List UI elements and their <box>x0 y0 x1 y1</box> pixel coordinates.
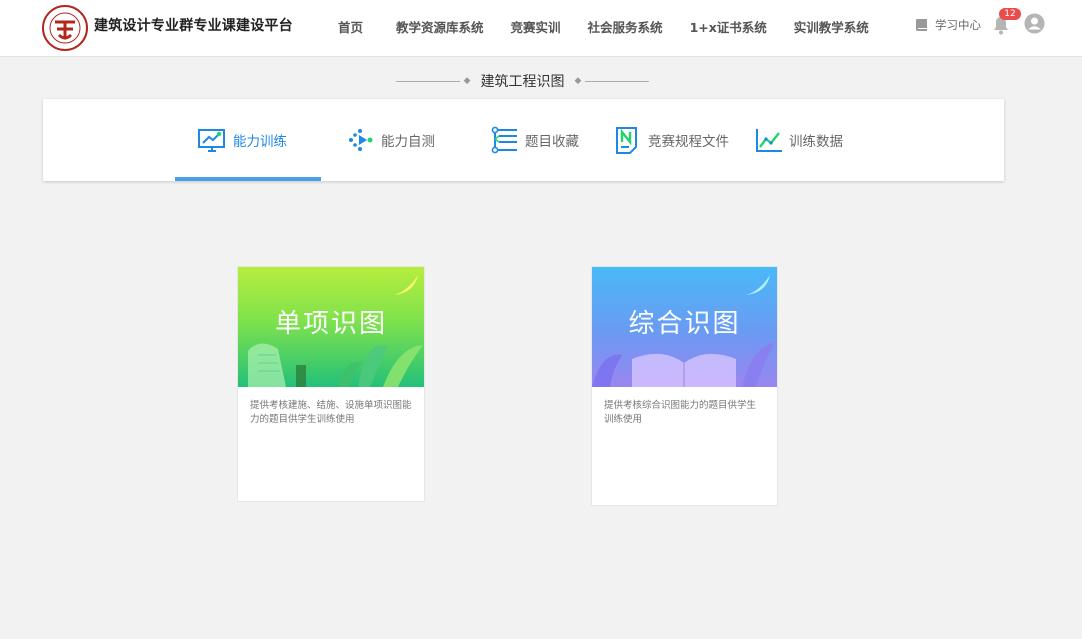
notification-badge: 12 <box>999 8 1021 20</box>
card-description: 提供考核综合识图能力的题目供学生训练使用 <box>604 400 757 425</box>
diamond-icon: ◆ <box>463 76 471 86</box>
tab-question-favorites[interactable]: 题目收藏 <box>491 99 579 181</box>
tab-label: 能力自测 <box>381 134 435 150</box>
platform-title[interactable]: 建筑设计专业群专业课建设平台 <box>94 15 293 35</box>
tab-ability-training[interactable]: 能力训练 <box>197 99 287 181</box>
card-single-item-reading[interactable]: 单项识图 提供考核建施、结施、设施单项识图能力的题目供学生训练使用 <box>237 266 425 502</box>
tab-competition-rules[interactable]: 竞赛规程文件 <box>614 99 729 181</box>
line-chart-icon <box>756 129 782 152</box>
card-title: 单项识图 <box>274 309 387 339</box>
tab-self-test[interactable]: 能力自测 <box>347 99 435 181</box>
card-title: 综合识图 <box>628 309 741 339</box>
tab-label: 题目收藏 <box>525 134 579 150</box>
divider-line-right <box>585 80 650 82</box>
section-title: 建筑工程识图 <box>480 74 565 90</box>
main-nav: 首页 教学资源库系统 竞赛实训 社会服务系统 1+x证书系统 实训教学系统 <box>320 17 896 36</box>
study-center-link[interactable]: 学习中心 <box>914 17 981 33</box>
nav-home[interactable]: 首页 <box>338 17 363 36</box>
monitor-chart-icon <box>198 129 225 152</box>
top-header: 建筑设计专业群专业课建设平台 首页 教学资源库系统 竞赛实训 社会服务系统 1+… <box>0 0 1082 57</box>
nav-social-service[interactable]: 社会服务系统 <box>588 17 663 36</box>
school-logo-icon[interactable] <box>42 5 88 51</box>
card-banner: 综合识图 <box>592 267 777 387</box>
nav-1x-certificate[interactable]: 1+x证书系统 <box>690 17 767 36</box>
card-comprehensive-reading[interactable]: 综合识图 提供考核综合识图能力的题目供学生训练使用 <box>591 266 778 506</box>
self-test-icon <box>349 129 373 151</box>
card-description: 提供考核建施、结施、设施单项识图能力的题目供学生训练使用 <box>250 400 412 425</box>
divider-line-left <box>395 80 460 82</box>
book-icon <box>916 19 927 31</box>
tab-label: 能力训练 <box>233 134 287 150</box>
nav-resource-library[interactable]: 教学资源库系统 <box>396 17 484 36</box>
diamond-icon: ◆ <box>574 76 582 86</box>
list-collect-icon <box>491 126 517 154</box>
tab-training-data[interactable]: 训练数据 <box>755 99 843 181</box>
document-n-icon <box>616 127 637 154</box>
nav-practical-teaching[interactable]: 实训教学系统 <box>794 17 869 36</box>
tab-label: 训练数据 <box>789 134 843 150</box>
tab-label: 竞赛规程文件 <box>648 134 729 150</box>
nav-competition-training[interactable]: 竞赛实训 <box>511 17 561 36</box>
user-avatar-icon[interactable] <box>1024 13 1045 34</box>
study-center-label: 学习中心 <box>935 18 981 32</box>
function-tabs: 能力训练 能力自测 题目收藏 竞赛规程文件 训练数据 <box>43 99 1004 181</box>
active-tab-indicator <box>175 177 321 181</box>
section-heading: ◆ 建筑工程识图 ◆ <box>390 70 655 92</box>
card-banner: 单项识图 <box>238 267 424 387</box>
